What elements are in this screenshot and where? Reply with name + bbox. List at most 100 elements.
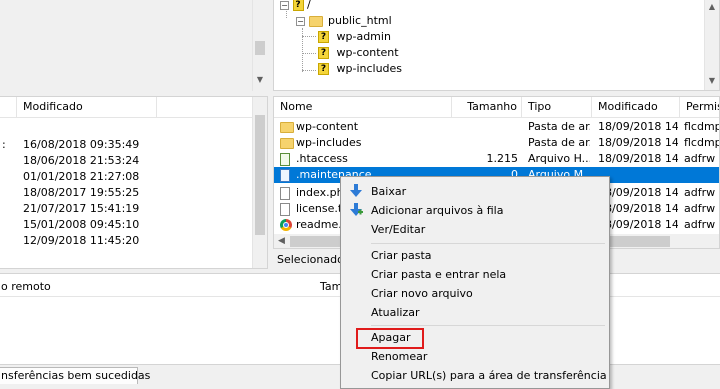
local-row[interactable]: 12/09/2018 11:45:20 — [0, 233, 252, 249]
tree-root-label: / — [307, 0, 311, 11]
column-header-name[interactable]: Nome — [274, 97, 452, 117]
local-row[interactable]: 18/06/2018 21:53:24 — [0, 153, 252, 169]
scroll-down-arrow[interactable]: ▼ — [705, 74, 719, 88]
column-header-size[interactable]: Tamanho — [452, 97, 522, 117]
local-tree-scrollbar[interactable]: ▼ — [252, 0, 267, 91]
name-cell: license.txt — [296, 202, 342, 215]
column-header-modified[interactable] — [0, 97, 17, 117]
modified-cell: 18/09/2018 14:... — [598, 218, 678, 231]
add-to-queue-icon — [350, 203, 363, 216]
queue-column-remote[interactable]: o remoto — [1, 280, 51, 293]
menu-item-refresh[interactable]: Atualizar — [343, 303, 607, 322]
local-file-list: Modificado :16/08/2018 09:35:49 18/06/20… — [0, 96, 268, 269]
column-header-type[interactable]: Tipo — [522, 97, 592, 117]
remote-tree-scrollbar[interactable]: ▲ ▼ — [704, 0, 719, 90]
local-row[interactable]: :16/08/2018 09:35:49 — [0, 137, 252, 153]
scroll-up-arrow[interactable]: ▲ — [705, 0, 719, 14]
name-cell: wp-includes — [296, 136, 362, 149]
folder-icon — [280, 121, 294, 133]
unknown-folder-icon: ? — [292, 0, 304, 11]
name-cell: .htaccess — [296, 152, 348, 165]
menu-item-view-edit[interactable]: Ver/Editar — [343, 220, 607, 239]
modified-cell: 16/08/2018 09:35:49 — [23, 138, 140, 151]
tree-child-label: wp-admin — [336, 30, 391, 43]
local-list-scrollbar[interactable] — [252, 97, 267, 268]
table-row[interactable]: wp-includes Pasta de ar... 18/09/2018 14… — [274, 135, 719, 151]
perms-cell: flcdmpe — [684, 136, 719, 149]
name-cell: wp-content — [296, 120, 359, 133]
text-file-icon — [280, 202, 290, 216]
modified-cell: 18/09/2018 14:... — [598, 186, 678, 199]
file-icon — [280, 152, 290, 166]
menu-item-create-file[interactable]: Criar novo arquivo — [343, 284, 607, 303]
perms-cell: adfrw ( — [684, 202, 720, 215]
collapse-icon[interactable]: − — [280, 0, 289, 10]
column-header-modified[interactable]: Modificado — [17, 97, 157, 117]
table-row[interactable]: .htaccess 1.215 Arquivo H... 18/09/2018 … — [274, 151, 719, 167]
column-header-modified[interactable]: Modificado — [592, 97, 680, 117]
tree-folder-label: public_html — [328, 14, 392, 27]
tree-child[interactable]: ? wp-content — [318, 45, 399, 61]
folder-icon — [280, 137, 294, 149]
scroll-left-arrow[interactable]: ◀ — [278, 234, 285, 248]
unknown-folder-icon: ? — [318, 31, 329, 43]
modified-cell: 18/09/2018 14:... — [598, 152, 678, 165]
modified-cell: 18/09/2018 14:... — [598, 120, 678, 133]
tree-child[interactable]: ? wp-admin — [318, 29, 391, 45]
modified-cell: 18/08/2017 19:55:25 — [23, 186, 140, 199]
tree-public-html[interactable]: − public_html — [296, 13, 392, 29]
name-cell: index.php — [296, 186, 342, 199]
name-cell: readme.ht — [296, 218, 342, 231]
modified-cell: 18/06/2018 21:53:24 — [23, 154, 140, 167]
menu-separator — [371, 243, 605, 244]
perms-cell: adfrw ( — [684, 152, 720, 165]
type-cell: Pasta de ar... — [528, 120, 590, 133]
context-menu: Baixar Adicionar arquivos à fila Ver/Edi… — [340, 176, 610, 389]
download-arrow-icon — [350, 184, 362, 197]
modified-cell: 18/09/2018 14:... — [598, 202, 678, 215]
unknown-folder-icon: ? — [318, 63, 329, 75]
scroll-thumb[interactable] — [255, 115, 265, 235]
local-row[interactable]: 01/01/2018 21:27:08 — [0, 169, 252, 185]
modified-cell: 21/07/2017 15:41:19 — [23, 202, 140, 215]
modified-cell: 01/01/2018 21:27:08 — [23, 170, 140, 183]
menu-item-download[interactable]: Baixar — [343, 182, 607, 201]
menu-item-create-folder[interactable]: Criar pasta — [343, 246, 607, 265]
scroll-thumb[interactable] — [255, 41, 265, 55]
tab-successful-transfers[interactable]: nsferências bem sucedidas — [0, 367, 150, 384]
menu-item-copy-url[interactable]: Copiar URL(s) para a área de transferênc… — [343, 366, 607, 385]
delete-highlight-box — [356, 328, 424, 349]
menu-item-rename[interactable]: Renomear — [343, 347, 607, 366]
tree-root[interactable]: − ? / — [280, 0, 311, 13]
perms-cell: flcdmpe — [684, 120, 719, 133]
menu-item-add-to-queue[interactable]: Adicionar arquivos à fila — [343, 201, 607, 220]
perms-cell: adfrw ( — [684, 218, 720, 231]
file-icon — [280, 168, 290, 182]
type-cell: Pasta de ar... — [528, 136, 590, 149]
modified-cell: 15/01/2008 09:45:10 — [23, 218, 140, 231]
column-header-permissions[interactable]: Permiss — [680, 97, 719, 117]
unknown-folder-icon: ? — [318, 47, 329, 59]
tree-child-label: wp-content — [336, 46, 399, 59]
menu-separator — [371, 325, 605, 326]
chrome-icon — [280, 219, 292, 231]
size-cell: 1.215 — [486, 152, 519, 165]
modified-cell: 18/09/2018 14:... — [598, 136, 678, 149]
table-row[interactable]: wp-content Pasta de ar... 18/09/2018 14:… — [274, 119, 719, 135]
local-row[interactable]: 15/01/2008 09:45:10 — [0, 217, 252, 233]
tree-child[interactable]: ? wp-includes — [318, 61, 402, 77]
queue-column-size[interactable]: Tam — [320, 280, 342, 293]
perms-cell: adfrw ( — [684, 186, 720, 199]
type-cell: Arquivo H... — [528, 152, 590, 165]
folder-icon — [308, 15, 323, 27]
remote-tree-pane: − ? / − public_html ? wp-admin ? wp-cont… — [273, 0, 720, 91]
tree-child-label: wp-includes — [336, 62, 403, 75]
scroll-down-arrow[interactable]: ▼ — [253, 73, 267, 87]
local-row[interactable]: 18/08/2017 19:55:25 — [0, 185, 252, 201]
local-row[interactable]: 21/07/2017 15:41:19 — [0, 201, 252, 217]
local-tree-pane: ▼ — [0, 0, 268, 91]
menu-item-create-folder-enter[interactable]: Criar pasta e entrar nela — [343, 265, 607, 284]
modified-cell: 12/09/2018 11:45:20 — [23, 234, 140, 247]
collapse-icon[interactable]: − — [296, 16, 305, 26]
php-file-icon — [280, 186, 290, 200]
